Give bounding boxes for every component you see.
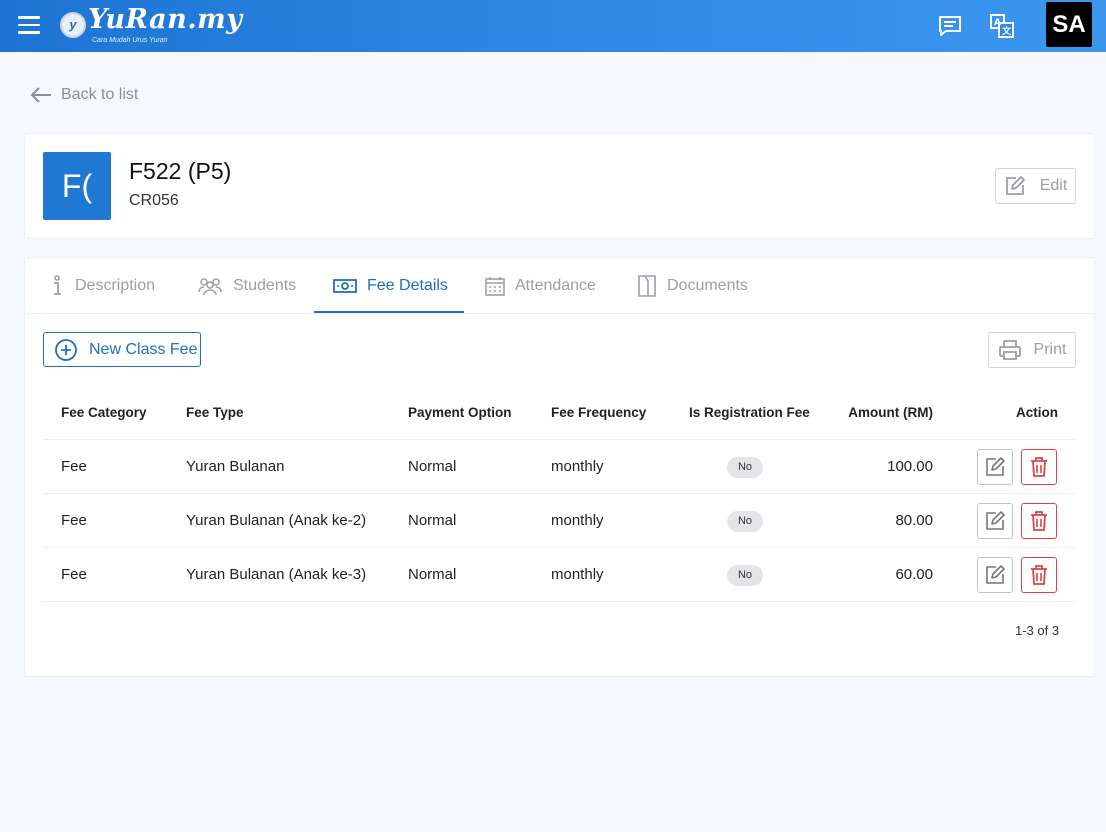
tab-fee-details-label: Fee Details xyxy=(367,277,448,294)
col-amount[interactable]: Amount (RM) xyxy=(823,386,933,440)
tab-description[interactable]: Description xyxy=(49,258,155,314)
tab-students-label: Students xyxy=(233,277,297,294)
printer-icon xyxy=(998,340,1021,360)
cell-payment-option: Normal xyxy=(408,566,457,583)
cell-amount: 80.00 xyxy=(895,512,933,529)
col-action: Action xyxy=(1016,405,1058,420)
tab-students[interactable]: Students xyxy=(197,258,296,314)
edit-row-button[interactable] xyxy=(977,449,1013,485)
cell-fee-category: Fee xyxy=(61,458,87,475)
table-row: Fee Yuran Bulanan (Anak ke-3) Normal mon… xyxy=(43,548,1076,602)
col-fee-type[interactable]: Fee Type xyxy=(186,386,244,440)
col-is-registration-fee[interactable]: Is Registration Fee xyxy=(689,386,810,440)
col-payment-option[interactable]: Payment Option xyxy=(408,386,512,440)
logo-text: YuRan.my xyxy=(88,4,243,35)
chat-icon[interactable] xyxy=(937,13,963,39)
cell-fee-frequency: monthly xyxy=(551,566,604,583)
delete-row-button[interactable] xyxy=(1021,557,1057,593)
registration-fee-badge: No xyxy=(727,565,763,586)
svg-text:文: 文 xyxy=(1001,25,1012,37)
col-fee-frequency[interactable]: Fee Frequency xyxy=(551,386,646,440)
class-title: F522 (P5) xyxy=(129,158,232,184)
trash-icon xyxy=(1031,511,1047,531)
tab-fee-details[interactable]: Fee Details xyxy=(333,258,448,314)
tab-attendance[interactable]: Attendance xyxy=(485,258,596,314)
logo-tagline: Cara Mudah Urus Yuran xyxy=(92,37,168,44)
cell-fee-frequency: monthly xyxy=(551,512,604,529)
cell-fee-category: Fee xyxy=(61,566,87,583)
calendar-icon xyxy=(485,277,505,296)
cell-amount: 60.00 xyxy=(895,566,933,583)
plus-circle-icon xyxy=(55,338,77,361)
menu-icon[interactable] xyxy=(18,16,40,34)
edit-row-button[interactable] xyxy=(977,503,1013,539)
back-to-list-link[interactable]: Back to list xyxy=(30,86,138,104)
money-icon xyxy=(333,279,357,293)
info-icon xyxy=(54,275,61,295)
cell-fee-type: Yuran Bulanan xyxy=(186,458,285,475)
cell-fee-frequency: monthly xyxy=(551,458,604,475)
class-summary-card: F( F522 (P5) CR056 Edit xyxy=(24,133,1095,239)
cell-payment-option: Normal xyxy=(408,512,457,529)
edit-icon xyxy=(1005,176,1025,195)
table-row: Fee Yuran Bulanan Normal monthly No 100.… xyxy=(43,440,1076,494)
delete-row-button[interactable] xyxy=(1021,449,1057,485)
svg-text:A: A xyxy=(994,18,1001,28)
tab-description-label: Description xyxy=(75,277,156,294)
print-button[interactable]: Print xyxy=(988,332,1076,368)
edit-icon xyxy=(986,457,1005,476)
back-to-list-label: Back to list xyxy=(61,86,139,103)
cell-amount: 100.00 xyxy=(887,458,933,475)
class-code: CR056 xyxy=(129,192,179,209)
user-avatar[interactable]: SA xyxy=(1046,2,1092,47)
logo[interactable]: y YuRan.my Cara Mudah Urus Yuran xyxy=(60,4,242,48)
edit-icon xyxy=(986,565,1005,584)
cell-fee-type: Yuran Bulanan (Anak ke-3) xyxy=(186,566,367,583)
table-header: Fee Category Fee Type Payment Option Fee… xyxy=(43,386,1076,440)
trash-icon xyxy=(1031,565,1047,585)
translate-icon[interactable]: A文 xyxy=(989,13,1015,39)
edit-class-button[interactable]: Edit xyxy=(995,168,1076,204)
edit-class-label: Edit xyxy=(1039,177,1068,194)
cell-payment-option: Normal xyxy=(408,458,457,475)
registration-fee-badge: No xyxy=(727,457,763,478)
trash-icon xyxy=(1031,457,1047,477)
app-bar: y YuRan.my Cara Mudah Urus Yuran A文 SA xyxy=(0,0,1106,52)
edit-icon xyxy=(986,511,1005,530)
new-class-fee-label: New Class Fee xyxy=(89,340,198,358)
document-icon xyxy=(638,275,656,297)
pagination-info: 1-3 of 3 xyxy=(1015,623,1060,638)
logo-badge-icon: y xyxy=(60,12,86,38)
col-fee-category[interactable]: Fee Category xyxy=(61,386,147,440)
cell-fee-type: Yuran Bulanan (Anak ke-2) xyxy=(186,512,367,529)
fee-details-card: Description Students Fee Details Attenda… xyxy=(24,257,1095,677)
delete-row-button[interactable] xyxy=(1021,503,1057,539)
print-label: Print xyxy=(1033,341,1067,358)
edit-row-button[interactable] xyxy=(977,557,1013,593)
cell-fee-category: Fee xyxy=(61,512,87,529)
class-avatar: F( xyxy=(43,152,111,220)
tab-attendance-label: Attendance xyxy=(515,277,596,294)
registration-fee-badge: No xyxy=(727,511,763,532)
fee-table: Fee Category Fee Type Payment Option Fee… xyxy=(43,386,1076,602)
active-tab-indicator xyxy=(314,311,464,313)
arrow-left-icon xyxy=(30,87,51,103)
tab-documents-label: Documents xyxy=(667,277,748,294)
people-icon xyxy=(198,278,222,296)
table-row: Fee Yuran Bulanan (Anak ke-2) Normal mon… xyxy=(43,494,1076,548)
new-class-fee-button[interactable]: New Class Fee xyxy=(43,332,201,367)
tab-documents[interactable]: Documents xyxy=(637,258,748,314)
tab-bar: Description Students Fee Details Attenda… xyxy=(25,258,1094,314)
